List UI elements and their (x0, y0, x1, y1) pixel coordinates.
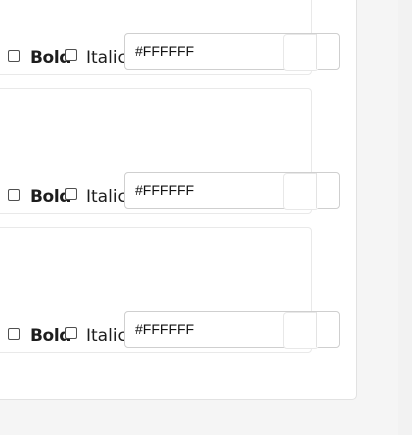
italic-checkbox-icon[interactable] (65, 188, 77, 200)
style-row-2: Bold Italic #FFFFFF (0, 172, 412, 210)
bold-checkbox-icon[interactable] (8, 189, 20, 201)
style-row-3: Bold Italic #FFFFFF (0, 311, 412, 349)
color-input[interactable]: #FFFFFF (124, 172, 340, 210)
bold-checkbox-icon[interactable] (8, 50, 20, 62)
italic-label: Italic (86, 326, 127, 346)
italic-label: Italic (86, 48, 127, 68)
color-field-end (316, 34, 339, 69)
color-field-end (316, 312, 339, 347)
color-value: #FFFFFF (135, 321, 195, 337)
style-row-1: Bold Italic #FFFFFF (0, 33, 412, 71)
color-swatch-icon[interactable] (283, 173, 319, 210)
italic-checkbox-icon[interactable] (65, 327, 77, 339)
bold-checkbox-icon[interactable] (8, 328, 20, 340)
vertical-scrollbar[interactable] (398, 0, 412, 435)
color-input[interactable]: #FFFFFF (124, 311, 340, 349)
color-value: #FFFFFF (135, 182, 195, 198)
color-field-end (316, 173, 339, 208)
color-swatch-icon[interactable] (283, 34, 319, 71)
color-value: #FFFFFF (135, 43, 195, 59)
italic-label: Italic (86, 187, 127, 207)
color-swatch-icon[interactable] (283, 312, 319, 349)
italic-checkbox-icon[interactable] (65, 49, 77, 61)
color-input[interactable]: #FFFFFF (124, 33, 340, 71)
style-editor-canvas: Bold Italic #FFFFFF Bold Italic #FFFFFF … (0, 0, 412, 435)
